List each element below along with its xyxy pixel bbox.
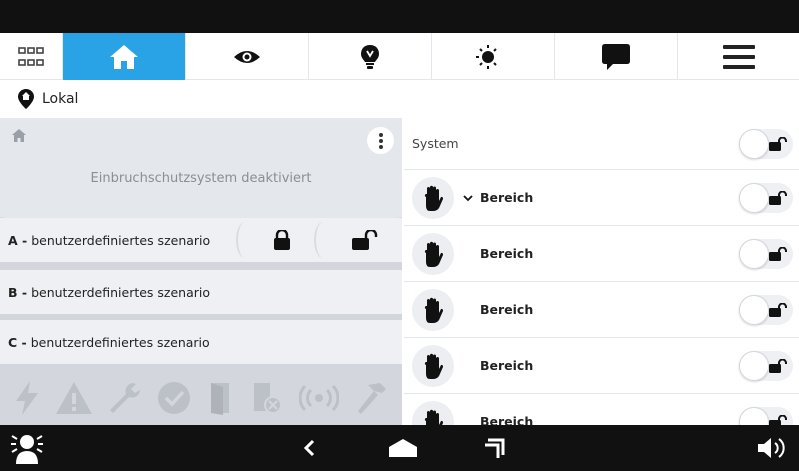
hand-icon <box>412 176 454 219</box>
volume-icon <box>758 438 785 458</box>
volume-button[interactable] <box>752 425 792 471</box>
signal-icon <box>299 384 340 411</box>
check-icon <box>158 381 191 414</box>
bulb-icon <box>361 44 379 69</box>
scenario-c[interactable]: C - benutzerdefiniertes szenario <box>0 320 402 364</box>
sun-moon-icon <box>476 44 505 69</box>
lock-closed-icon <box>274 230 290 250</box>
chat-icon <box>602 43 630 70</box>
area-toggle[interactable] <box>739 239 793 269</box>
scenario-label: benutzerdefiniertes szenario <box>31 284 211 300</box>
scenario-b[interactable]: B - benutzerdefiniertes szenario <box>0 270 402 314</box>
recents-button[interactable] <box>475 425 515 471</box>
area-row[interactable]: Bereich <box>404 394 799 425</box>
system-label: System <box>412 136 459 151</box>
hand-icon <box>412 232 454 275</box>
panic-button[interactable] <box>4 425 50 471</box>
home-button[interactable] <box>383 425 423 471</box>
hand-icon <box>412 344 454 387</box>
top-status-bar <box>0 0 799 33</box>
lock-open-icon <box>769 415 787 425</box>
recents-icon <box>485 438 505 458</box>
alarm-status-text: Einbruchschutzsystem deaktiviert <box>90 171 312 186</box>
nav-view[interactable] <box>186 33 309 80</box>
nav-grid[interactable] <box>0 33 63 80</box>
lock-open-icon <box>769 191 787 205</box>
alarm-status-icons <box>0 370 402 425</box>
hand-icon <box>412 400 454 425</box>
nav-home[interactable] <box>63 33 186 80</box>
system-row[interactable]: System <box>404 118 799 170</box>
back-button[interactable] <box>294 425 324 471</box>
hammer-icon <box>358 382 387 414</box>
nav-menu[interactable] <box>678 33 799 80</box>
lock-open-icon <box>769 247 787 261</box>
door-blocked-icon <box>253 382 282 414</box>
nav-messages[interactable] <box>555 33 678 80</box>
location-bar[interactable]: Lokal <box>0 80 799 118</box>
nav-scenes[interactable] <box>432 33 555 80</box>
lock-open-icon <box>769 137 787 151</box>
areas-panel: System Bereich Bereich Bereich Bereich B… <box>404 118 799 425</box>
area-row[interactable]: Bereich <box>404 338 799 394</box>
system-toggle[interactable] <box>739 129 793 159</box>
alarm-person-icon <box>11 435 43 464</box>
location-label: Lokal <box>42 91 79 107</box>
door-icon <box>210 382 229 415</box>
more-options-button[interactable] <box>367 127 394 154</box>
area-toggle[interactable] <box>739 183 793 213</box>
area-label: Bereich <box>480 246 534 261</box>
area-row[interactable]: Bereich <box>404 282 799 338</box>
home-nav-icon <box>389 439 417 457</box>
chevron-down-icon[interactable] <box>463 195 473 202</box>
scenario-a[interactable]: A - benutzerdefiniertes szenario <box>0 218 402 262</box>
warning-icon <box>55 381 92 414</box>
area-row[interactable]: Bereich <box>404 170 799 226</box>
grid-icon <box>18 46 44 66</box>
main-nav <box>0 33 799 80</box>
area-label: Bereich <box>480 190 534 205</box>
back-icon <box>303 439 315 457</box>
bottom-system-bar <box>0 425 799 471</box>
scenario-label: benutzerdefiniertes szenario <box>31 232 211 248</box>
lock-open-icon <box>352 230 378 250</box>
menu-icon <box>722 44 755 69</box>
location-pin-icon <box>18 89 34 109</box>
scenario-a-arm-button[interactable] <box>250 218 314 262</box>
area-row[interactable]: Bereich <box>404 226 799 282</box>
area-toggle[interactable] <box>739 407 793 425</box>
scenario-label: benutzerdefiniertes szenario <box>30 334 210 350</box>
scenario-a-disarm-button[interactable] <box>330 218 400 262</box>
area-toggle[interactable] <box>739 351 793 381</box>
nav-light[interactable] <box>309 33 432 80</box>
eye-icon <box>234 50 260 63</box>
hand-icon <box>412 288 454 331</box>
area-label: Bereich <box>480 302 534 317</box>
lock-open-icon <box>769 359 787 373</box>
area-toggle[interactable] <box>739 295 793 325</box>
wrench-icon <box>110 382 141 413</box>
home-small-icon <box>12 129 26 142</box>
area-label: Bereich <box>480 358 534 373</box>
lightning-icon <box>15 380 38 415</box>
alarm-panel: Einbruchschutzsystem deaktiviert A - ben… <box>0 118 402 425</box>
lock-open-icon <box>769 303 787 317</box>
area-label: Bereich <box>480 414 534 425</box>
home-icon <box>110 44 138 69</box>
